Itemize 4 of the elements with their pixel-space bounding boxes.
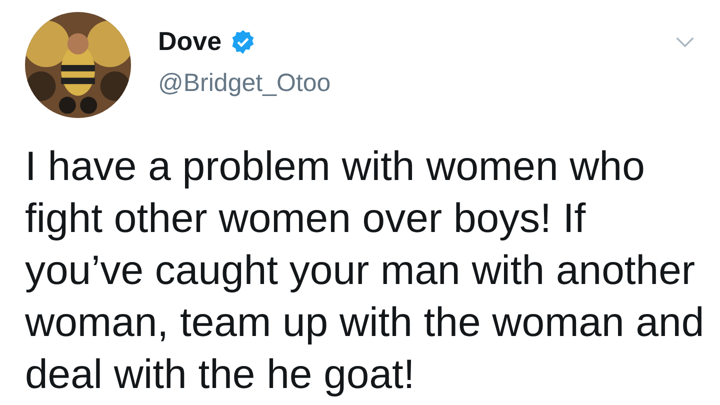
- author-name: Dove: [158, 26, 222, 57]
- chevron-down-icon[interactable]: [676, 37, 694, 48]
- tweet-text: I have a problem with women who fight other women over boys! If you’ve caught your man with another woman, team up with the woman and deal with the he goat!: [25, 142, 706, 399]
- author-handle: @Bridget_Otoo: [158, 69, 331, 98]
